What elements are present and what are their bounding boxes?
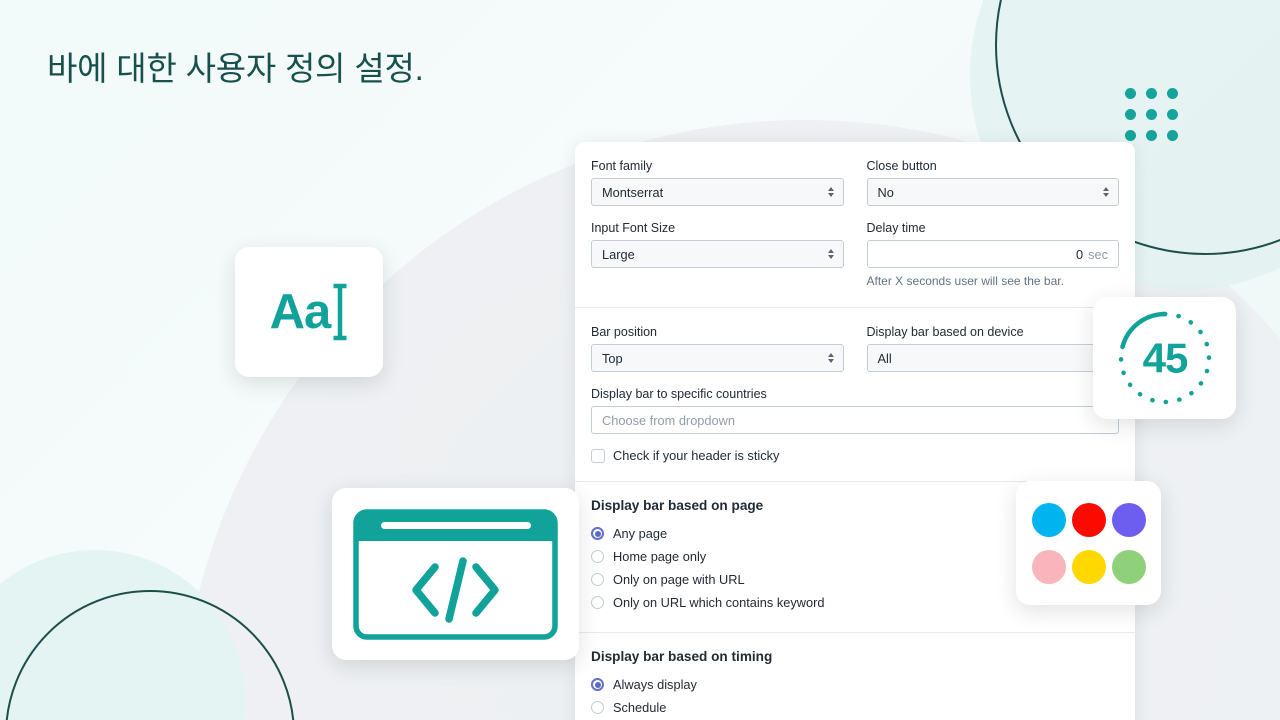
delay-time-suffix: sec <box>1088 246 1108 262</box>
delay-time-label: Delay time <box>866 221 926 235</box>
section-placement: Bar position Top Display bar based on de… <box>575 307 1135 481</box>
typography-card-text: Aa <box>269 284 332 339</box>
decorative-dot-grid-icon <box>1125 88 1178 141</box>
swatch-blue <box>1031 502 1066 537</box>
radio-label: Home page only <box>613 549 707 564</box>
bar-position-label: Bar position <box>591 325 658 339</box>
chevron-updown-icon <box>1103 187 1109 197</box>
font-family-label: Font family <box>591 159 653 173</box>
field-display-device: Display bar based on device All <box>866 324 1119 372</box>
close-button-label: Close button <box>866 159 937 173</box>
delay-time-value: 0 <box>1075 246 1084 262</box>
radio-icon[interactable] <box>591 527 604 540</box>
swatch-green <box>1111 549 1146 584</box>
radio-label: Only on page with URL <box>613 572 745 587</box>
color-palette-icon <box>1031 502 1146 584</box>
code-browser-icon <box>353 508 558 640</box>
display-device-value: All <box>877 350 892 366</box>
chevron-updown-icon <box>827 249 834 259</box>
field-input-font-size: Input Font Size Large <box>591 220 844 289</box>
display-device-select[interactable]: All <box>866 344 1119 372</box>
section-appearance: Font family Montserrat Close button No I… <box>575 142 1135 307</box>
input-font-size-select[interactable]: Large <box>591 240 844 268</box>
radio-icon[interactable] <box>591 701 604 714</box>
input-font-size-value: Large <box>602 246 635 262</box>
sticky-header-checkbox[interactable] <box>591 448 605 463</box>
chevron-updown-icon <box>827 187 834 197</box>
radio-label: Only on URL which contains keyword <box>613 595 825 610</box>
input-font-size-label: Input Font Size <box>591 221 676 235</box>
timer-value: 45 <box>1142 335 1187 382</box>
radio-label: Any page <box>613 526 668 541</box>
close-button-select[interactable]: No <box>866 178 1119 206</box>
field-countries: Display bar to specific countries Choose… <box>591 386 1119 434</box>
swatch-yellow <box>1071 549 1106 584</box>
swatch-pink <box>1031 549 1066 584</box>
text-cursor-icon <box>333 283 347 341</box>
bar-position-select[interactable]: Top <box>591 344 844 372</box>
radio-icon[interactable] <box>591 573 604 586</box>
countries-placeholder: Choose from dropdown <box>602 412 736 428</box>
delay-time-help: After X seconds user will see the bar. <box>866 274 1064 288</box>
radio-icon[interactable] <box>591 596 604 609</box>
bar-settings-panel: Font family Montserrat Close button No I… <box>575 142 1135 720</box>
font-family-value: Montserrat <box>602 184 664 200</box>
typography-feature-card: Aa <box>235 247 383 377</box>
palette-feature-card <box>1016 481 1161 605</box>
field-close-button: Close button No <box>866 158 1119 206</box>
sticky-header-checkbox-row[interactable]: Check if your header is sticky <box>591 448 1119 463</box>
swatch-purple <box>1111 502 1146 537</box>
delay-time-input[interactable]: 0 sec <box>866 240 1119 268</box>
page-title: 바에 대한 사용자 정의 설정. <box>47 50 424 87</box>
radio-option-schedule[interactable]: Schedule <box>591 696 1119 719</box>
radio-option-always-display[interactable]: Always display <box>591 673 1119 696</box>
section-display-by-timing: Display bar based on timing Always displ… <box>575 632 1135 720</box>
chevron-updown-icon <box>827 353 834 363</box>
radio-label: Always display <box>613 677 697 692</box>
sticky-header-label: Check if your header is sticky <box>613 448 780 463</box>
countries-input[interactable]: Choose from dropdown <box>591 406 1119 434</box>
radio-icon[interactable] <box>591 678 604 691</box>
timer-feature-card: 45 <box>1093 297 1236 419</box>
radio-label: Schedule <box>613 700 667 715</box>
browser-feature-card <box>332 488 579 660</box>
field-delay-time: Delay time 0 sec After X seconds user wi… <box>866 220 1119 289</box>
swatch-red <box>1071 502 1106 537</box>
field-font-family: Font family Montserrat <box>591 158 844 206</box>
bar-position-value: Top <box>602 350 623 366</box>
field-bar-position: Bar position Top <box>591 324 844 372</box>
radio-icon[interactable] <box>591 550 604 563</box>
countdown-timer-icon: 45 <box>1118 311 1211 405</box>
font-family-select[interactable]: Montserrat <box>591 178 844 206</box>
countries-label: Display bar to specific countries <box>591 387 767 401</box>
close-button-value: No <box>877 184 894 200</box>
display-by-timing-heading: Display bar based on timing <box>591 649 773 664</box>
display-device-label: Display bar based on device <box>866 325 1024 339</box>
